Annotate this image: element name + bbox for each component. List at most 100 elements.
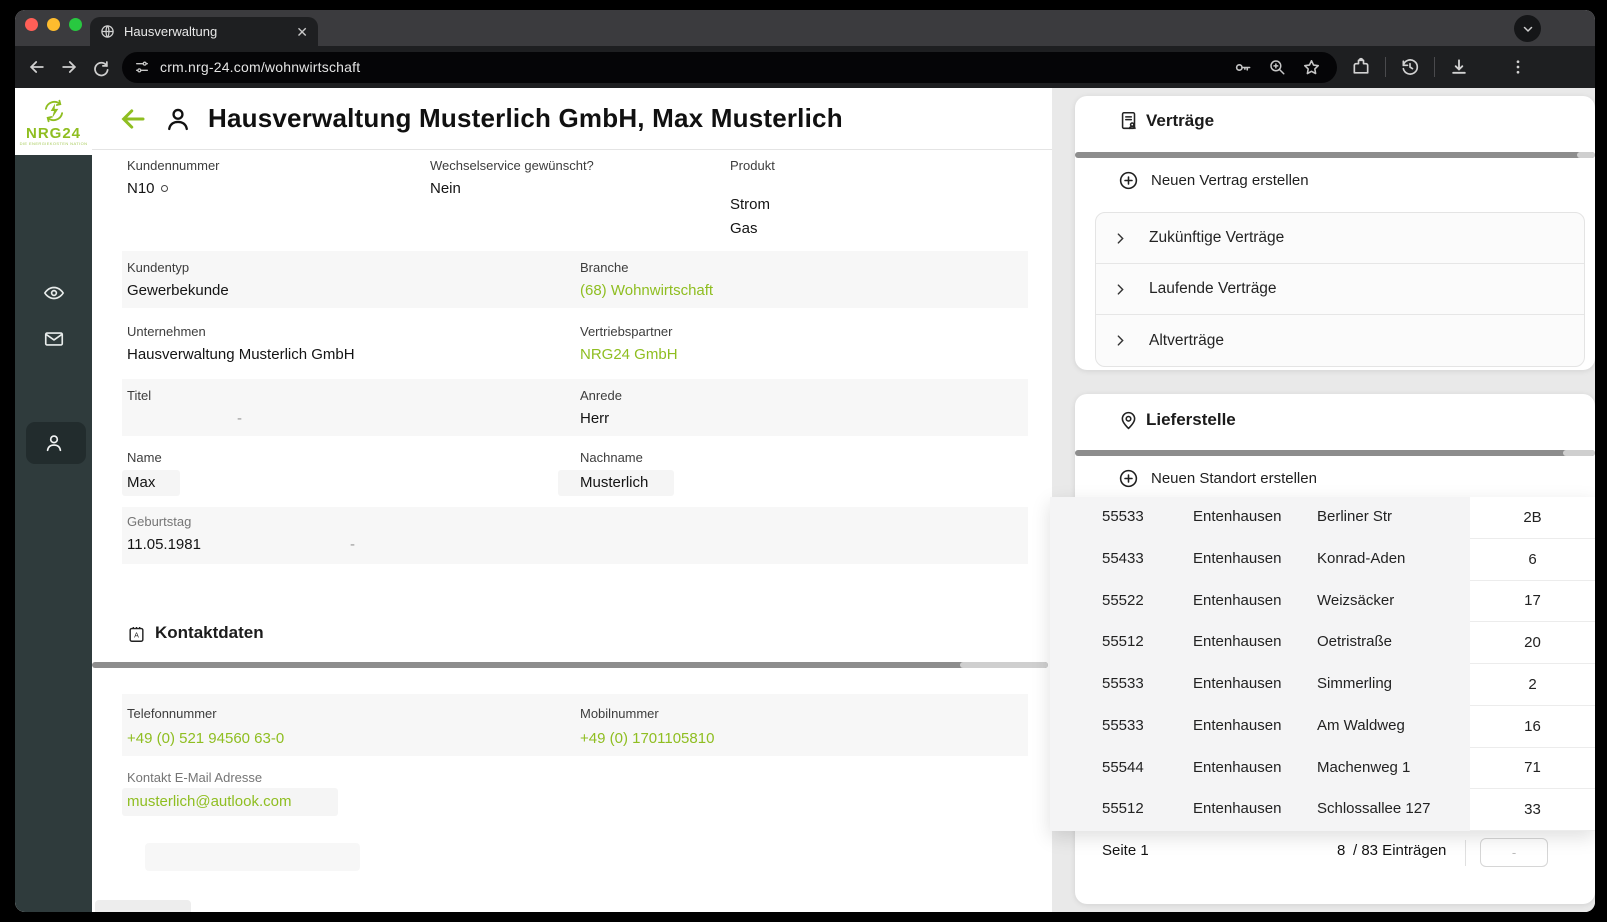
- vertriebspartner-label: Vertriebspartner: [580, 324, 673, 339]
- cell-city: Entenhausen: [1193, 716, 1282, 734]
- browser-toolbar: crm.nrg-24.com/wohnwirtschaft: [15, 46, 1595, 88]
- sidebar-customer-icon[interactable]: [15, 432, 92, 454]
- cell-number[interactable]: 16: [1470, 705, 1595, 748]
- kontakt-scrollbar[interactable]: [92, 662, 1048, 668]
- sidebar-eye-icon[interactable]: [15, 282, 92, 304]
- kundennummer-marker-icon: [161, 185, 168, 192]
- empty-field-placeholder: [145, 843, 360, 871]
- forward-icon[interactable]: [59, 57, 79, 77]
- address-bar[interactable]: crm.nrg-24.com/wohnwirtschaft: [122, 51, 1337, 83]
- download-icon[interactable]: [1449, 57, 1469, 77]
- cell-number[interactable]: 2: [1470, 664, 1595, 706]
- cell-city: Entenhausen: [1193, 591, 1282, 609]
- browser-menu-icon[interactable]: [1509, 58, 1527, 76]
- zoom-icon[interactable]: [1268, 58, 1286, 76]
- close-window-button[interactable]: [25, 18, 38, 31]
- nrg24-bolt-icon: [41, 98, 67, 124]
- url-text[interactable]: crm.nrg-24.com/wohnwirtschaft: [160, 59, 1223, 75]
- table-row[interactable]: 55512 Entenhausen Schlossallee 127 33: [1050, 789, 1595, 831]
- create-standort-label: Neuen Standort erstellen: [1151, 470, 1317, 487]
- kontaktdaten-title: Kontaktdaten: [155, 623, 264, 642]
- table-row[interactable]: 55433 Entenhausen Konrad-Aden 6: [1050, 538, 1595, 581]
- pagination-divider: [1465, 840, 1466, 866]
- vertraege-scrollbar[interactable]: [1075, 152, 1595, 158]
- cell-number[interactable]: 71: [1470, 747, 1595, 790]
- produkt-value-strom: Strom: [730, 196, 771, 213]
- window-controls: [25, 18, 82, 31]
- extensions-puzzle-icon[interactable]: [1351, 57, 1371, 77]
- accordion-label: Laufende Verträge: [1149, 280, 1277, 297]
- mobilnummer-value-link[interactable]: +49 (0) 1701105810: [580, 730, 714, 747]
- row-kundentyp-branche: [122, 251, 1028, 308]
- accordion-zukuenftige-vertraege[interactable]: Zukünftige Verträge: [1096, 213, 1584, 264]
- cell-number[interactable]: 33: [1470, 789, 1595, 831]
- kundennummer-value: N10: [127, 180, 155, 197]
- unternehmen-label: Unternehmen: [127, 324, 206, 339]
- cell-street: Am Waldweg: [1317, 716, 1405, 734]
- nachname-value: Musterlich: [580, 474, 649, 491]
- table-row[interactable]: 55522 Entenhausen Weizsäcker 17: [1050, 580, 1595, 623]
- cell-street: Weizsäcker: [1317, 591, 1395, 609]
- email-value-link[interactable]: musterlich@autlook.com: [127, 793, 291, 810]
- cell-street: Oetristraße: [1317, 633, 1393, 651]
- svg-text:A: A: [134, 632, 139, 640]
- page-title: Hausverwaltung Musterlich GmbH, Max Must…: [208, 103, 843, 133]
- cell-number[interactable]: 6: [1470, 538, 1595, 581]
- sidebar-mail-icon[interactable]: [15, 328, 92, 350]
- tab-title: Hausverwaltung: [124, 24, 218, 39]
- accordion-laufende-vertraege[interactable]: Laufende Verträge: [1096, 264, 1584, 315]
- app-sidebar: NRG24 DIE ENERGIEKOSTEN NATION: [15, 88, 92, 912]
- zoom-window-button[interactable]: [69, 18, 82, 31]
- tab-search-button[interactable]: [1514, 15, 1541, 42]
- chevron-right-icon: [1114, 283, 1127, 296]
- logo-text: NRG24: [25, 124, 82, 142]
- password-key-icon[interactable]: [1233, 58, 1252, 77]
- cell-street: Konrad-Aden: [1317, 549, 1406, 567]
- history-icon[interactable]: [1400, 57, 1420, 77]
- cell-number[interactable]: 17: [1470, 580, 1595, 623]
- table-row[interactable]: 55533 Entenhausen Berliner Str 2B: [1050, 497, 1595, 539]
- page-size-select[interactable]: -: [1480, 838, 1548, 867]
- table-row[interactable]: 55533 Entenhausen Am Waldweg 16: [1050, 705, 1595, 748]
- chevron-right-icon: [1114, 334, 1127, 347]
- back-icon[interactable]: [27, 57, 47, 77]
- contract-groups: Zukünftige Verträge Laufende Verträge Al…: [1095, 212, 1585, 367]
- kundentyp-value: Gewerbekunde: [127, 282, 229, 299]
- titel-label: Titel: [127, 388, 152, 403]
- lieferstelle-table: 55533 Entenhausen Berliner Str 2B 55433 …: [1050, 497, 1595, 831]
- row-titel-anrede: [122, 379, 1028, 436]
- map-pin-icon: [1118, 410, 1139, 431]
- create-standort-button[interactable]: Neuen Standort erstellen: [1118, 468, 1317, 489]
- kundentyp-label: Kundentyp: [127, 260, 190, 275]
- tab-strip: Hausverwaltung ✕: [15, 10, 1595, 46]
- page-size-value: -: [1511, 845, 1517, 860]
- accordion-altvertraege[interactable]: Altverträge: [1096, 315, 1584, 366]
- telefonnummer-value-link[interactable]: +49 (0) 521 94560 63-0: [127, 730, 284, 747]
- anrede-label: Anrede: [580, 388, 622, 403]
- cell-number[interactable]: 20: [1470, 622, 1595, 664]
- tab-close-icon[interactable]: ✕: [296, 25, 308, 39]
- table-row[interactable]: 55533 Entenhausen Simmerling 2: [1050, 664, 1595, 706]
- back-arrow-icon[interactable]: [118, 104, 148, 134]
- bookmark-star-icon[interactable]: [1302, 58, 1321, 77]
- cell-street: Schlossallee 127: [1317, 800, 1431, 818]
- cell-street: Machenweg 1: [1317, 758, 1411, 776]
- create-contract-button[interactable]: Neuen Vertrag erstellen: [1118, 170, 1309, 191]
- contract-icon: [1118, 110, 1140, 132]
- app-logo[interactable]: NRG24 DIE ENERGIEKOSTEN NATION: [15, 88, 92, 155]
- branche-label: Branche: [580, 260, 629, 275]
- tab-favicon-globe-icon: [100, 24, 115, 39]
- vertriebspartner-value-link[interactable]: NRG24 GmbH: [580, 346, 678, 363]
- branche-value-link[interactable]: (68) Wohnwirtschaft: [580, 282, 713, 299]
- plus-circle-icon: [1118, 170, 1139, 191]
- lieferstelle-scrollbar[interactable]: [1075, 450, 1595, 456]
- cell-city: Entenhausen: [1193, 800, 1282, 818]
- site-settings-icon[interactable]: [134, 59, 150, 75]
- table-row[interactable]: 55512 Entenhausen Oetristraße 20: [1050, 622, 1595, 664]
- minimize-window-button[interactable]: [47, 18, 60, 31]
- vertraege-title: Verträge: [1146, 111, 1215, 130]
- browser-tab[interactable]: Hausverwaltung ✕: [90, 17, 318, 46]
- reload-icon[interactable]: [91, 58, 110, 77]
- cell-number[interactable]: 2B: [1470, 497, 1595, 539]
- table-row[interactable]: 55544 Entenhausen Machenweg 1 71: [1050, 747, 1595, 790]
